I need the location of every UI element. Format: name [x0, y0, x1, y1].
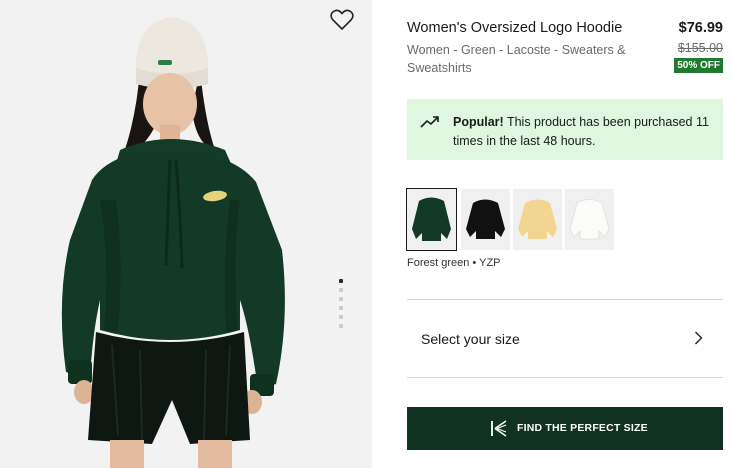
chevron-right-icon: [695, 331, 703, 345]
swatch-black[interactable]: [461, 189, 510, 250]
swatch-white[interactable]: [565, 189, 614, 250]
gallery-pagination: [339, 279, 345, 333]
hoodie-white-thumbnail: [569, 199, 610, 240]
find-perfect-size-button[interactable]: FIND THE PERFECT SIZE: [407, 407, 723, 450]
discount-badge: 50% OFF: [674, 58, 723, 73]
gallery-dot[interactable]: [339, 288, 343, 292]
popular-text: Popular! This product has been purchased…: [453, 113, 715, 150]
trending-up-icon: [420, 116, 439, 128]
find-perfect-size-label: FIND THE PERFECT SIZE: [517, 422, 648, 434]
popular-banner: Popular! This product has been purchased…: [407, 99, 723, 160]
product-info-panel: Women's Oversized Logo Hoodie $76.99 Wom…: [406, 0, 723, 468]
swatch-light-yellow[interactable]: [513, 189, 562, 250]
sale-price: $76.99: [678, 20, 723, 36]
hoodie-black-thumbnail: [466, 199, 505, 239]
popular-heading: Popular!: [453, 115, 504, 129]
product-gallery[interactable]: [0, 0, 372, 468]
swatch-forest-green[interactable]: [406, 188, 457, 251]
gallery-dot[interactable]: [339, 324, 343, 328]
product-breadcrumb[interactable]: Women - Green - Lacoste - Sweaters & Swe…: [407, 41, 642, 77]
gallery-dot[interactable]: [339, 297, 343, 301]
gallery-dot[interactable]: [339, 315, 343, 319]
original-price: $155.00: [677, 41, 723, 55]
hoodie-green-thumbnail: [412, 197, 451, 241]
divider: [407, 377, 723, 378]
product-image: [61, 17, 285, 468]
selected-color-label: Forest green • YZP: [407, 257, 501, 269]
hoodie-yellow-thumbnail: [518, 199, 557, 239]
select-size-button[interactable]: Select your size: [407, 300, 723, 377]
product-title: Women's Oversized Logo Hoodie: [407, 20, 623, 36]
select-size-label: Select your size: [421, 331, 520, 347]
gallery-dot[interactable]: [339, 279, 343, 283]
kiwi-sizing-icon: [491, 420, 507, 437]
favorite-heart-icon[interactable]: [330, 9, 354, 31]
gallery-dot[interactable]: [339, 306, 343, 310]
